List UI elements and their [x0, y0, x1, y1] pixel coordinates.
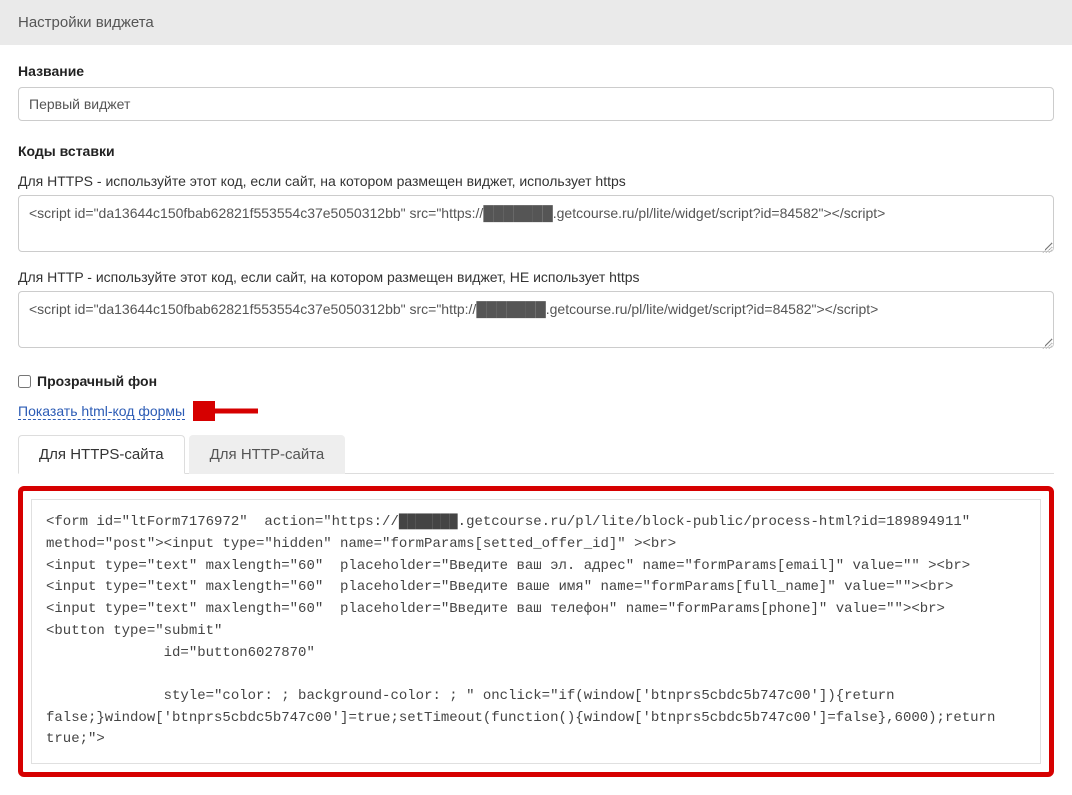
- page-title: Настройки виджета: [18, 14, 154, 31]
- content-area: Название Коды вставки Для HTTPS - исполь…: [0, 45, 1072, 795]
- name-label: Название: [18, 63, 1054, 79]
- arrow-icon: [193, 401, 263, 421]
- show-html-link[interactable]: Показать html-код формы: [18, 403, 185, 420]
- transparent-bg-row: Прозрачный фон: [18, 373, 1054, 389]
- page-header: Настройки виджета: [0, 0, 1072, 45]
- tab-https[interactable]: Для HTTPS-сайта: [18, 435, 185, 474]
- code-tabs: Для HTTPS-сайта Для HTTP-сайта: [18, 435, 1054, 474]
- name-input[interactable]: [18, 87, 1054, 121]
- http-code-textarea[interactable]: [18, 291, 1054, 348]
- transparent-bg-label: Прозрачный фон: [37, 373, 157, 389]
- show-html-row: Показать html-код формы: [18, 401, 1054, 421]
- transparent-bg-checkbox[interactable]: [18, 375, 31, 388]
- http-code-label: Для HTTP - используйте этот код, если са…: [18, 269, 1054, 285]
- https-code-label: Для HTTPS - используйте этот код, если с…: [18, 173, 1054, 189]
- form-code-textarea[interactable]: <form id="ltForm7176972" action="https:/…: [31, 499, 1041, 764]
- embed-heading: Коды вставки: [18, 143, 1054, 159]
- code-panel-highlight: <form id="ltForm7176972" action="https:/…: [18, 486, 1054, 777]
- tab-http[interactable]: Для HTTP-сайта: [189, 435, 346, 474]
- https-code-textarea[interactable]: [18, 195, 1054, 252]
- embed-codes-group: Коды вставки Для HTTPS - используйте это…: [18, 143, 1054, 351]
- name-field-group: Название: [18, 63, 1054, 121]
